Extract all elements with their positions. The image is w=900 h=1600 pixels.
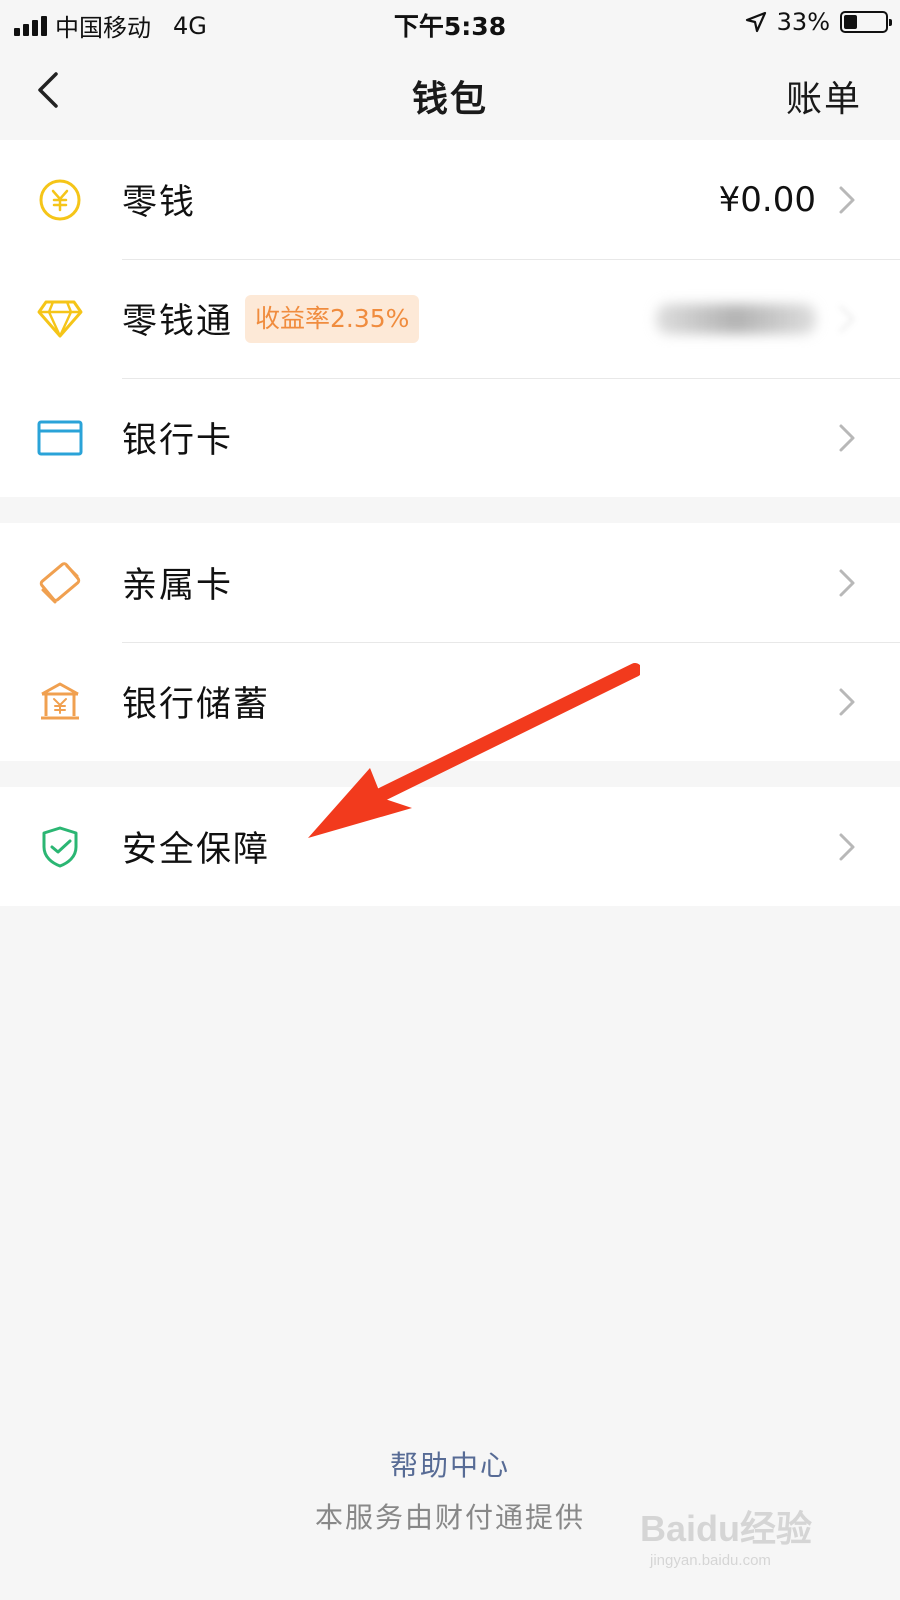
nav-bar: 钱包 账单 — [0, 46, 900, 138]
battery-fill — [844, 15, 857, 29]
help-center-link[interactable]: 帮助中心 — [0, 1444, 900, 1484]
change-balance: ¥0.00 — [718, 179, 816, 220]
list-item-change[interactable]: 零钱 ¥0.00 — [0, 140, 900, 259]
bank-card-icon — [36, 414, 84, 462]
chevron-right-icon — [839, 569, 855, 596]
list-item-licaitong[interactable]: 零钱通 收益率2.35% — [0, 259, 900, 378]
battery-icon — [840, 11, 892, 33]
battery-percent: 33% — [776, 8, 830, 36]
baidu-watermark: Baidu经验 jingyan.baidu.com — [640, 1500, 840, 1580]
watermark-url: jingyan.baidu.com — [650, 1552, 771, 1569]
chevron-right-icon — [839, 186, 855, 213]
list-item-label: 零钱通 — [122, 302, 234, 342]
chevron-right-icon — [839, 305, 855, 332]
chevron-right-icon — [839, 424, 855, 451]
diamond-icon — [36, 295, 84, 343]
list-item-label: 银行储蓄 — [122, 685, 271, 725]
yield-rate-badge: 收益率2.35% — [245, 294, 420, 343]
wallet-group-primary: 零钱 ¥0.00 零钱通 收益率2.35% 银行卡 — [0, 140, 900, 497]
status-bar: 中国移动 4G 下午5:38 33% — [0, 0, 900, 46]
watermark-brand: Baidu经验 — [640, 1508, 813, 1549]
wallet-group-family: 亲属卡 银行储蓄 — [0, 523, 900, 761]
list-item-bank-savings[interactable]: 银行储蓄 — [0, 642, 900, 761]
shield-check-icon — [36, 823, 84, 871]
chevron-right-icon — [839, 833, 855, 860]
blurred-balance — [656, 303, 816, 334]
location-arrow-icon — [745, 11, 766, 33]
bank-savings-icon — [36, 678, 84, 726]
wallet-group-security: 安全保障 — [0, 787, 900, 906]
list-item-label: 安全保障 — [122, 830, 271, 870]
list-item-label: 零钱 — [122, 183, 197, 223]
list-item-label: 亲属卡 — [122, 566, 234, 606]
list-item-bank-card[interactable]: 银行卡 — [0, 378, 900, 497]
family-card-icon — [36, 559, 84, 607]
list-item-security[interactable]: 安全保障 — [0, 787, 900, 906]
yuan-coin-icon — [36, 176, 84, 224]
chevron-right-icon — [839, 688, 855, 715]
list-item-label: 银行卡 — [122, 421, 234, 461]
list-item-family-card[interactable]: 亲属卡 — [0, 523, 900, 642]
bill-button[interactable]: 账单 — [786, 70, 862, 122]
page-title: 钱包 — [411, 79, 488, 120]
status-right: 33% — [745, 8, 892, 36]
wallet-page: 中国移动 4G 下午5:38 33% 钱包 账单 零钱 ¥0.00 零钱通 收益… — [0, 0, 900, 1600]
